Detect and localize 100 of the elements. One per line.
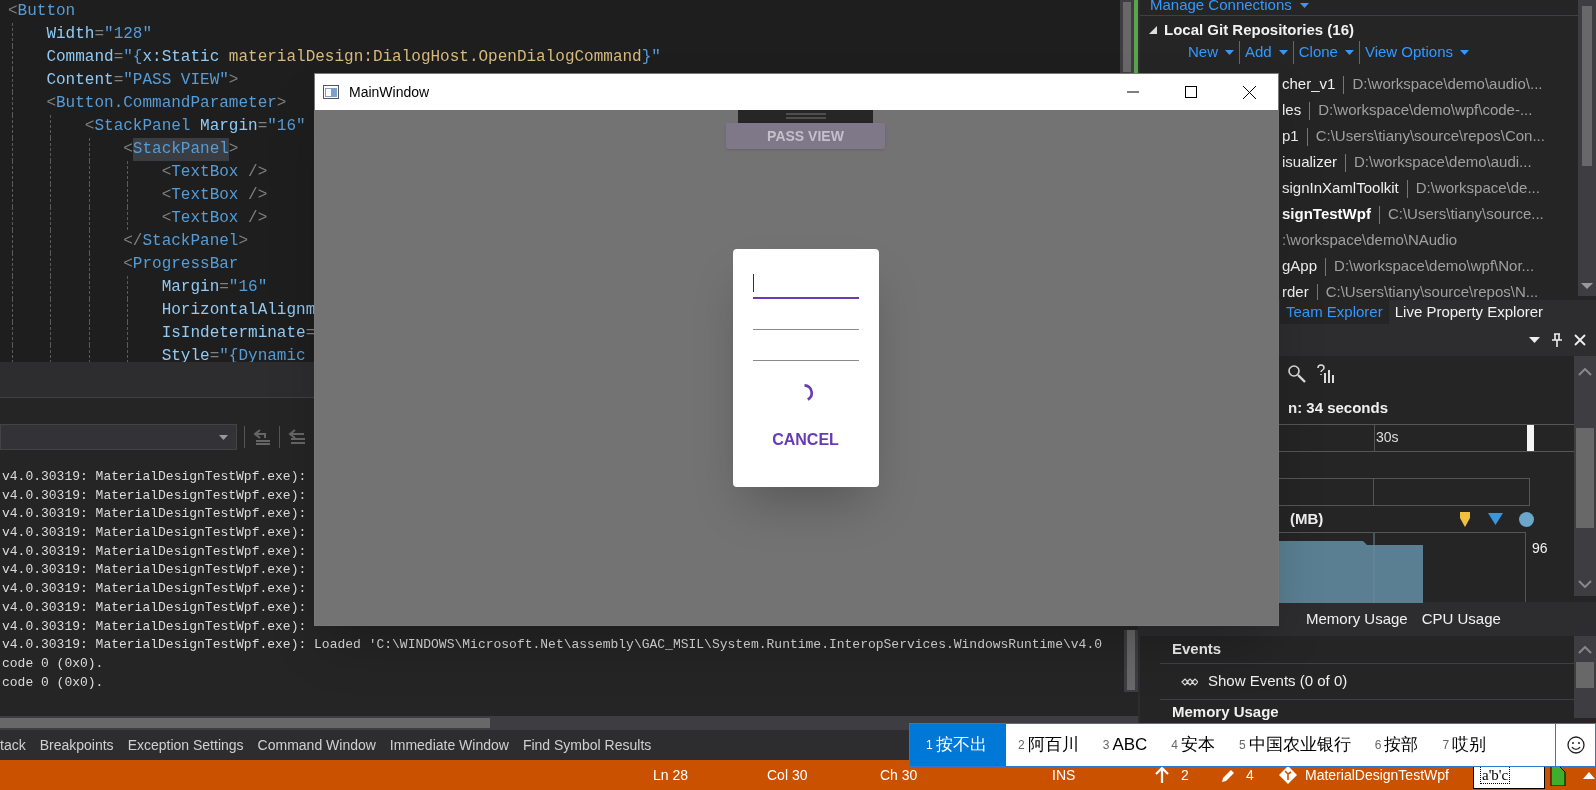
ime-status-icon[interactable]	[1547, 764, 1567, 786]
tool-window-tab[interactable]: Breakpoints	[39, 734, 114, 756]
code-line: <Button	[8, 1, 77, 22]
repository-name[interactable]: p1	[1282, 125, 1299, 148]
output-line: v4.0.30319: MaterialDesignTestWpf.exe):	[2, 542, 308, 561]
repository-path: C:\Users\tiany\source\repos\N...	[1325, 282, 1539, 300]
section-title: Events	[1172, 639, 1222, 660]
repository-path: C:\Users\tiany\source\repos\Con...	[1315, 126, 1545, 147]
repository-name[interactable]: gApp	[1282, 255, 1318, 278]
status-text[interactable]: MaterialDesignTestWpf	[1305, 764, 1473, 786]
minimize-icon	[1127, 91, 1139, 93]
up-arrow-icon[interactable]	[1155, 767, 1169, 783]
maximize-icon	[1185, 86, 1197, 98]
action-link[interactable]: View Options	[1358, 41, 1475, 64]
repository-name[interactable]: signTestWpf	[1282, 203, 1371, 226]
repository-path: D:\workspace\demo\audi...	[1354, 152, 1532, 173]
repository-name[interactable]: signInXamlToolkit	[1282, 177, 1399, 200]
events-icon	[1180, 676, 1198, 687]
repository-path: :\workspace\demo\NAudio	[1282, 230, 1458, 251]
tool-window-tab[interactable]: Find Symbol Results	[522, 734, 652, 756]
scroll-up-icon[interactable]	[1578, 368, 1592, 376]
status-text: INS	[1052, 765, 1077, 785]
time-marker	[1527, 425, 1534, 451]
pencil-icon[interactable]	[1221, 767, 1236, 783]
smiley-icon	[1566, 736, 1585, 754]
caret-icon	[1460, 50, 1470, 55]
output-line: v4.0.30319: MaterialDesignTestWpf.exe):	[2, 486, 308, 505]
code-line: Width="128"	[8, 23, 1116, 46]
status-text[interactable]: 2	[1181, 764, 1221, 786]
chart-title: (MB)	[1290, 508, 1325, 529]
progress-spinner	[803, 384, 814, 402]
scroll-down-icon[interactable]	[1578, 580, 1592, 588]
scrollbar[interactable]	[1120, 0, 1134, 72]
action-link[interactable]: New	[1183, 41, 1239, 64]
panel-tab[interactable]: Memory Usage	[1306, 607, 1408, 631]
caret-up-icon[interactable]	[1583, 771, 1595, 779]
tool-window-tab[interactable]: tack	[0, 734, 26, 756]
output-line: v4.0.30319: MaterialDesignTestWpf.exe):	[2, 580, 308, 599]
scrollbar[interactable]	[1578, 0, 1596, 296]
cancel-button[interactable]: CANCEL	[752, 424, 859, 456]
repository-name[interactable]: cher_v1	[1282, 73, 1336, 96]
action-link[interactable]: Add	[1239, 41, 1293, 64]
code-line: Command="{x:Static materialDesign:DialogHost.OpenDialogCommand}"	[8, 46, 1116, 69]
scroll-up-icon[interactable]	[1578, 646, 1592, 654]
zoom-icon[interactable]	[1288, 365, 1306, 383]
repository-path: D:\workspace\demo\audio\...	[1352, 74, 1543, 95]
caret-icon	[1299, 3, 1309, 8]
repository-name[interactable]: isualizer	[1282, 151, 1338, 174]
repository-path: D:\workspace\demo\wpf\code-...	[1318, 100, 1533, 121]
manage-connections-link[interactable]: Manage Connections	[1150, 0, 1309, 17]
panel-tab[interactable]: Team Explorer	[1280, 300, 1389, 324]
caret-icon	[1225, 50, 1234, 55]
dropdown-icon[interactable]	[1529, 337, 1540, 343]
axis-label: 96	[1532, 539, 1548, 558]
pin-icon[interactable]	[1552, 333, 1562, 347]
output-line: code 0 (0x0).	[2, 654, 105, 673]
output-line: v4.0.30319: MaterialDesignTestWpf.exe):	[2, 598, 308, 617]
tool-window-tab[interactable]: Exception Settings	[127, 734, 244, 756]
tool-window-tab[interactable]: Command Window	[257, 734, 376, 756]
text-field[interactable]	[752, 274, 859, 299]
output-line: code 0 (0x0).	[2, 673, 105, 692]
close-icon[interactable]	[1574, 334, 1586, 346]
git-icon[interactable]	[1279, 766, 1297, 784]
repository-name[interactable]: les	[1282, 99, 1302, 122]
caret-icon	[1278, 50, 1288, 55]
previous-message-icon[interactable]	[252, 428, 272, 446]
output-line: v4.0.30319: MaterialDesignTestWpf.exe):	[2, 524, 308, 543]
scrollbar[interactable]	[1574, 636, 1596, 718]
repository-path: D:\workspace\de...	[1415, 178, 1540, 199]
scroll-down-icon[interactable]	[1581, 283, 1593, 290]
action-link[interactable]: Clone	[1292, 41, 1359, 64]
close-icon	[1242, 85, 1256, 99]
repository-path: D:\workspace\demo\wpf\Nor...	[1334, 256, 1535, 277]
scrollbar[interactable]	[1574, 356, 1596, 596]
status-text: Col 30	[767, 765, 809, 785]
tool-window-tab[interactable]: Immediate Window	[389, 734, 509, 756]
output-line: v4.0.30319: MaterialDesignTestWpf.exe):	[2, 505, 308, 524]
output-line: v4.0.30319: MaterialDesignTestWpf.exe):	[2, 617, 308, 636]
chart-help-icon[interactable]	[1316, 364, 1336, 384]
show-events-link[interactable]: Show Events (0 of 0)	[1208, 670, 1348, 693]
ruler-label: 30s	[1376, 428, 1399, 447]
session-duration: n: 34 seconds	[1288, 397, 1389, 418]
repository-name[interactable]: rder	[1282, 281, 1309, 300]
section-title: Memory Usage	[1172, 701, 1279, 722]
candidate[interactable]: 1 按不出	[910, 724, 1006, 766]
window-icon	[323, 85, 339, 99]
output-line: v4.0.30319: MaterialDesignTestWpf.exe): Loaded 'C:\WINDOWS\Microsoft.Net\assembly\GAC_MSIL\System.Runtime.InteropServices.WindowsRuntime\v4.0	[2, 636, 1103, 655]
output-line: v4.0.30319: MaterialDesignTestWpf.exe):	[2, 561, 308, 580]
status-text[interactable]: 4	[1246, 764, 1279, 786]
expand-triangle-icon[interactable]	[1148, 25, 1158, 36]
status-text: Ln 28	[653, 765, 690, 785]
panel-tab[interactable]: CPU Usage	[1421, 607, 1501, 631]
caret-icon	[219, 434, 228, 440]
circle-marker-icon	[1519, 511, 1534, 527]
caret-icon	[1344, 50, 1354, 55]
scrollbar[interactable]	[1124, 630, 1138, 692]
snapshot-marker-icon	[1460, 511, 1470, 527]
section-title: Local Git Repositories (16)	[1164, 20, 1355, 40]
repository-path: C:\Users\tiany\source...	[1387, 204, 1544, 225]
next-message-icon[interactable]	[287, 428, 307, 446]
